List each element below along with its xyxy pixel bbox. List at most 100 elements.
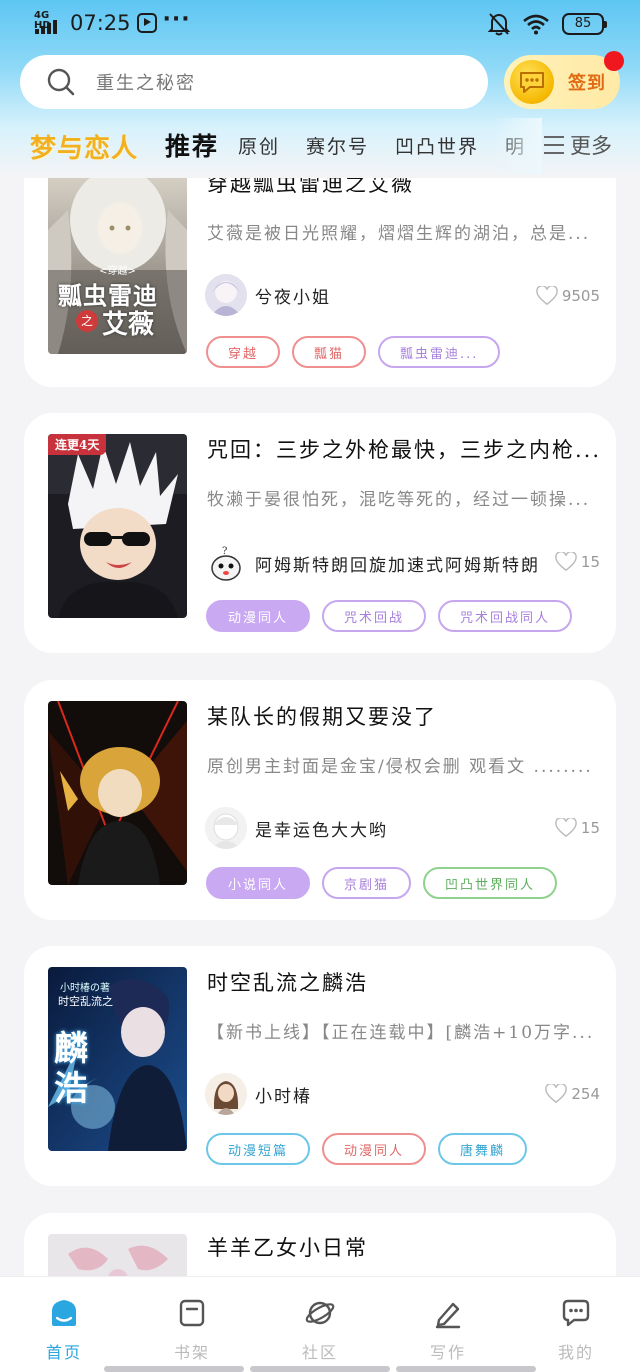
more-categories-button[interactable]: 更多 xyxy=(544,130,612,160)
tag[interactable]: 动漫同人 xyxy=(322,1133,427,1165)
wifi-icon xyxy=(523,14,549,35)
tab-original[interactable]: 原创 xyxy=(238,132,280,159)
nav-home[interactable]: 首页 xyxy=(24,1297,104,1363)
like-count[interactable]: 9505 xyxy=(535,286,600,306)
tag-list: 动漫同人 咒术回战 咒术回战同人 xyxy=(206,600,573,632)
avatar: ? xyxy=(205,542,247,584)
author-name: 兮夜小姐 xyxy=(255,287,331,308)
book-author[interactable]: 小时椿 xyxy=(205,1072,312,1116)
search-bar[interactable]: 重生之秘密 xyxy=(20,55,488,109)
author-name: 小时椿 xyxy=(255,1086,312,1107)
heart-icon xyxy=(545,1084,568,1104)
like-count[interactable]: 15 xyxy=(555,552,600,572)
tag[interactable]: 凹凸世界同人 xyxy=(423,867,558,899)
book-cover-image xyxy=(48,434,187,618)
cover-caption: <穿越> xyxy=(99,266,136,277)
book-author[interactable]: ? 阿姆斯特朗回旋加速式阿姆斯特朗 xyxy=(205,541,540,585)
book-author[interactable]: 兮夜小姐 xyxy=(205,273,331,317)
more-notifications-icon: ··· xyxy=(162,6,191,32)
tag[interactable]: 动漫同人 xyxy=(206,600,311,632)
check-in-label: 签到 xyxy=(568,73,606,94)
book-cover-image xyxy=(48,701,187,885)
tag[interactable]: 穿越 xyxy=(206,336,281,368)
check-in-button[interactable]: 签到 xyxy=(504,51,624,109)
tab-brand-logo[interactable]: 梦与恋人 xyxy=(30,128,138,165)
category-tabs: 梦与恋人 推荐 原创 赛尔号 凹凸世界 明 更多 xyxy=(0,118,640,174)
cellular-signal-icon: 4G HD xyxy=(34,10,64,36)
avatar xyxy=(205,1073,247,1115)
book-cover[interactable] xyxy=(48,701,187,885)
book-author[interactable]: 是幸运色大大哟 xyxy=(205,806,388,850)
update-streak-badge: 连更4天 xyxy=(48,434,107,455)
tag[interactable]: 瓢虫雷迪... xyxy=(378,336,501,368)
tab-aotu-world[interactable]: 凹凸世界 xyxy=(395,132,479,159)
book-title[interactable]: 时空乱流之麟浩 xyxy=(207,967,602,997)
tag[interactable]: 动漫短篇 xyxy=(206,1133,311,1165)
cover-subtitle: 艾薇 xyxy=(102,310,155,340)
book-title[interactable]: 咒回：三步之外枪最快，三步之内枪... xyxy=(207,434,602,464)
author-name: 阿姆斯特朗回旋加速式阿姆斯特朗 xyxy=(255,555,540,576)
nav-bookshelf[interactable]: 书架 xyxy=(152,1297,232,1363)
like-count[interactable]: 15 xyxy=(555,818,600,838)
tab-seer[interactable]: 赛尔号 xyxy=(306,132,369,159)
more-label: 更多 xyxy=(570,134,612,158)
avatar xyxy=(205,807,247,849)
book-card[interactable]: 某队长的假期又要没了 原创男主封面是金宝/侵权会删 观看文 ........ 是… xyxy=(24,680,616,920)
cover-caption: 小时椿の著 xyxy=(60,983,110,994)
book-description: 【新书上线】【正在连载中】[麟浩+10万字... xyxy=(207,1023,595,1043)
book-title[interactable]: 羊羊乙女小日常 xyxy=(207,1232,602,1262)
heart-icon xyxy=(555,818,577,838)
coin-chat-icon xyxy=(510,60,554,104)
book-cover[interactable]: 连更4天 xyxy=(48,434,187,618)
like-count-value: 9505 xyxy=(561,287,600,305)
book-title[interactable]: 某队长的假期又要没了 xyxy=(207,701,602,731)
book-description: 牧濑于晏很怕死，混吃等死的，经过一顿操... xyxy=(207,490,591,510)
book-cover[interactable]: 小时椿の著 时空乱流之 麟浩 xyxy=(48,967,187,1151)
book-card[interactable]: 小时椿の著 时空乱流之 麟浩 时空乱流之麟浩 【新书上线】【正在连载中】[麟浩+… xyxy=(24,946,616,1186)
bottom-navigation: 首页 书架 社区 写作 我的 xyxy=(0,1276,640,1372)
book-description: 艾薇是被日光照耀，熠熠生辉的湖泊，总是... xyxy=(207,224,591,244)
bookshelf-icon xyxy=(179,1299,205,1327)
heart-icon xyxy=(555,552,577,572)
search-icon xyxy=(47,68,75,96)
tag[interactable]: 唐舞麟 xyxy=(438,1133,528,1165)
menu-icon xyxy=(544,136,564,154)
nav-community[interactable]: 社区 xyxy=(280,1297,360,1363)
status-bar: 4G HD 07:25 ··· 85 xyxy=(0,0,640,50)
planet-icon xyxy=(305,1301,335,1325)
search-placeholder: 重生之秘密 xyxy=(96,73,196,94)
pen-icon xyxy=(435,1302,461,1329)
cover-connector: 之 xyxy=(76,310,98,332)
tab-recommend[interactable]: 推荐 xyxy=(165,127,219,163)
like-count-value: 254 xyxy=(571,1085,600,1103)
cover-subtitle: 时空乱流之 xyxy=(58,995,113,1008)
like-count[interactable]: 254 xyxy=(545,1084,600,1104)
tag-list: 小说同人 京剧猫 凹凸世界同人 xyxy=(206,867,558,899)
book-cover[interactable]: <穿越> 瓢虫雷迪 之 艾薇 xyxy=(48,170,187,354)
book-description: 原创男主封面是金宝/侵权会删 观看文 ........ xyxy=(207,757,593,777)
home-indicator xyxy=(0,1366,640,1372)
svg-text:?: ? xyxy=(222,546,227,557)
cover-title: 麟浩 xyxy=(54,1029,88,1109)
book-feed[interactable]: <穿越> 瓢虫雷迪 之 艾薇 穿越瓢虫雷迪之艾薇 艾薇是被日光照耀，熠熠生辉的湖… xyxy=(0,0,640,1372)
tag[interactable]: 小说同人 xyxy=(206,867,311,899)
avatar xyxy=(205,274,247,316)
battery-icon: 85 xyxy=(562,13,607,35)
chat-bubble-icon xyxy=(562,1299,590,1327)
notification-dot xyxy=(604,51,624,71)
author-name: 是幸运色大大哟 xyxy=(255,820,388,841)
tag[interactable]: 京剧猫 xyxy=(322,867,412,899)
media-app-icon xyxy=(136,13,157,33)
tag[interactable]: 瓢猫 xyxy=(292,336,367,368)
mute-bell-icon xyxy=(488,13,510,36)
nav-write[interactable]: 写作 xyxy=(408,1297,488,1363)
nav-profile[interactable]: 我的 xyxy=(536,1297,616,1363)
tag-list: 穿越 瓢猫 瓢虫雷迪... xyxy=(206,336,501,368)
tag[interactable]: 咒术回战同人 xyxy=(438,600,573,632)
heart-icon xyxy=(535,286,558,306)
book-card[interactable]: 连更4天 咒回：三步之外枪最快，三步之内枪... 牧濑于晏很怕死，混吃等死的，经… xyxy=(24,413,616,653)
home-icon xyxy=(52,1300,76,1326)
tag-list: 动漫短篇 动漫同人 唐舞麟 xyxy=(206,1133,528,1165)
tab-scroll-fade xyxy=(492,118,542,174)
tag[interactable]: 咒术回战 xyxy=(322,600,427,632)
